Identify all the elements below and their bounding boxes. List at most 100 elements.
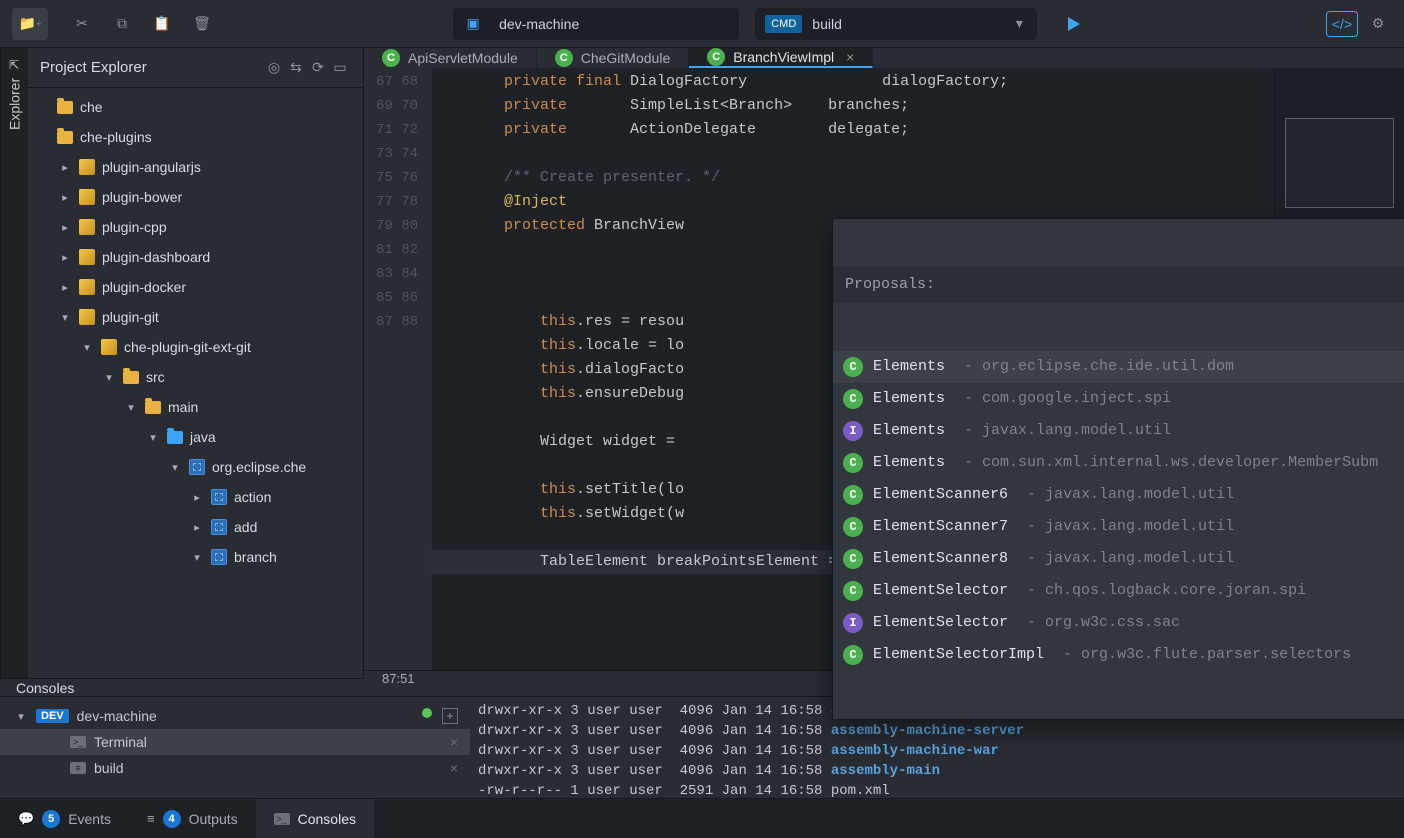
top-toolbar: 📁+ ✂ ⧉ 📋 🗑 ▣ dev-machine CMD build ▾ </>…: [0, 0, 1404, 48]
editor-tab[interactable]: CBranchViewImpl×: [689, 48, 873, 68]
class-icon: C: [843, 389, 863, 409]
folder-blue-icon: [166, 428, 184, 446]
proposal-item[interactable]: CElements - org.eclipse.che.ide.util.dom: [833, 351, 1404, 383]
tree-item[interactable]: ▸action: [28, 482, 363, 512]
tree-item-label: src: [146, 369, 165, 385]
proposal-item[interactable]: CElements - com.sun.xml.internal.ws.deve…: [833, 447, 1404, 479]
proposal-item[interactable]: CElements - com.google.inject.spi: [833, 383, 1404, 415]
tree-item[interactable]: ▸plugin-cpp: [28, 212, 363, 242]
copy-button[interactable]: ⧉: [104, 8, 140, 40]
paste-button[interactable]: 📋: [144, 8, 180, 40]
console-tree-item[interactable]: >_Terminal×: [0, 729, 470, 755]
tree-item[interactable]: ▾plugin-git: [28, 302, 363, 332]
console-title: Consoles: [16, 680, 74, 696]
dev-badge: DEV: [36, 709, 69, 723]
proposal-package: - org.eclipse.che.ide.util.dom: [955, 355, 1234, 379]
class-icon: C: [843, 517, 863, 537]
tree-item-label: che-plugin-git-ext-git: [124, 339, 251, 355]
proposal-item[interactable]: CElementScanner6 - javax.lang.model.util: [833, 479, 1404, 511]
tree-item[interactable]: ▸add: [28, 512, 363, 542]
box-yellow-icon: [100, 338, 118, 356]
tree-item[interactable]: ▾main: [28, 392, 363, 422]
chevron-icon: ▾: [146, 431, 160, 444]
tree-item[interactable]: ▾branch: [28, 542, 363, 572]
new-file-button[interactable]: 📁+: [12, 8, 48, 40]
tree-item[interactable]: ▾src: [28, 362, 363, 392]
proposal-name: ElementSelectorImpl: [873, 643, 1044, 667]
proposal-package: - javax.lang.model.util: [1018, 515, 1234, 539]
bottom-tab[interactable]: >_Consoles: [256, 799, 374, 838]
proposal-item[interactable]: CElementScanner7 - javax.lang.model.util: [833, 511, 1404, 543]
ls-filename: assembly-machine-server: [831, 723, 1024, 739]
editor-tab[interactable]: CApiServletModule: [364, 48, 537, 68]
console-tree-item[interactable]: ▾DEVdev-machine+: [0, 703, 470, 729]
tree-item[interactable]: ▾che-plugin-git-ext-git: [28, 332, 363, 362]
code-editor[interactable]: private final DialogFactory dialogFactor…: [432, 68, 1274, 670]
pkg-blue-icon: [188, 458, 206, 476]
console-tree-item[interactable]: ≡build×: [0, 755, 470, 781]
ls-filename: assembly-machine-war: [831, 743, 999, 759]
close-icon[interactable]: ×: [450, 734, 458, 750]
tree-item[interactable]: che: [28, 92, 363, 122]
workspace-icon[interactable]: ⚙: [1364, 11, 1392, 37]
pkg-blue-icon: [210, 488, 228, 506]
tree-item-label: java: [190, 429, 216, 445]
cut-button[interactable]: ✂: [64, 8, 100, 40]
editor-tab[interactable]: CCheGitModule: [537, 48, 690, 68]
proposal-package: - ch.qos.logback.core.joran.spi: [1018, 579, 1306, 603]
class-icon: C: [843, 453, 863, 473]
class-icon: C: [707, 48, 725, 66]
add-button[interactable]: +: [442, 708, 458, 724]
ls-permissions: drwxr-xr-x 3 user user 4096 Jan 14 16:58: [478, 723, 831, 739]
close-icon[interactable]: ×: [846, 49, 854, 65]
tree-item[interactable]: ▾org.eclipse.che: [28, 452, 363, 482]
code-view-toggle[interactable]: </>: [1326, 11, 1358, 37]
proposal-name: ElementScanner8: [873, 547, 1008, 571]
command-selector[interactable]: CMD build ▾: [755, 8, 1037, 40]
tree-item[interactable]: ▸plugin-dashboard: [28, 242, 363, 272]
project-tree: cheche-plugins▸plugin-angularjs▸plugin-b…: [28, 88, 363, 678]
pkg-blue-icon: [210, 548, 228, 566]
folder-yellow-icon: [56, 128, 74, 146]
chevron-icon: ▸: [190, 521, 204, 534]
chevron-icon: ▸: [58, 221, 72, 234]
proposal-package: - com.sun.xml.internal.ws.developer.Memb…: [955, 451, 1378, 475]
console-tree: ▾DEVdev-machine+>_Terminal×≡build×: [0, 697, 470, 805]
proposal-item[interactable]: IElementSelector - org.w3c.css.sac: [833, 607, 1404, 639]
locate-icon[interactable]: ◎: [263, 59, 285, 76]
explorer-pin-icon: ⇱: [9, 58, 19, 72]
tree-item[interactable]: ▸plugin-bower: [28, 182, 363, 212]
bottom-tab[interactable]: ≡4Outputs: [129, 799, 256, 838]
proposal-item[interactable]: IElements - javax.lang.model.util: [833, 415, 1404, 447]
tree-item-label: org.eclipse.che: [212, 459, 306, 475]
minimap-viewport[interactable]: [1285, 118, 1394, 208]
class-icon: C: [843, 645, 863, 665]
machine-selector[interactable]: ▣ dev-machine: [453, 8, 739, 40]
tree-item[interactable]: ▾ java: [28, 422, 363, 452]
bottom-tab[interactable]: 💬5Events: [0, 799, 129, 838]
class-icon: C: [382, 49, 400, 67]
tree-item[interactable]: ▸plugin-angularjs: [28, 152, 363, 182]
class-icon: C: [843, 581, 863, 601]
tree-item[interactable]: che-plugins: [28, 122, 363, 152]
box-yellow-icon: [78, 218, 96, 236]
chevron-down-icon: ▾: [1002, 15, 1037, 32]
proposal-item[interactable]: CElementSelectorImpl - org.w3c.flute.par…: [833, 639, 1404, 671]
explorer-vertical-tab[interactable]: Explorer ⇱: [0, 48, 28, 678]
proposal-name: Elements: [873, 419, 945, 443]
proposal-item[interactable]: CElementSelector - ch.qos.logback.core.j…: [833, 575, 1404, 607]
refresh-icon[interactable]: ⟳: [307, 59, 329, 76]
tree-item-label: branch: [234, 549, 277, 565]
chevron-icon: ▸: [190, 491, 204, 504]
count-badge: 5: [42, 810, 60, 828]
minimize-icon[interactable]: ▭: [329, 59, 351, 76]
close-icon[interactable]: ×: [450, 760, 458, 776]
proposal-item[interactable]: CElementScanner8 - javax.lang.model.util: [833, 543, 1404, 575]
bottom-tab-label: Events: [68, 811, 111, 827]
run-button[interactable]: [1053, 8, 1093, 40]
collapse-icon[interactable]: ⇆: [285, 59, 307, 76]
tree-item[interactable]: ▸plugin-docker: [28, 272, 363, 302]
delete-button[interactable]: 🗑: [184, 8, 220, 40]
tree-item-label: plugin-git: [102, 309, 159, 325]
sidebar-header: Project Explorer ◎ ⇆ ⟳ ▭: [28, 48, 363, 88]
